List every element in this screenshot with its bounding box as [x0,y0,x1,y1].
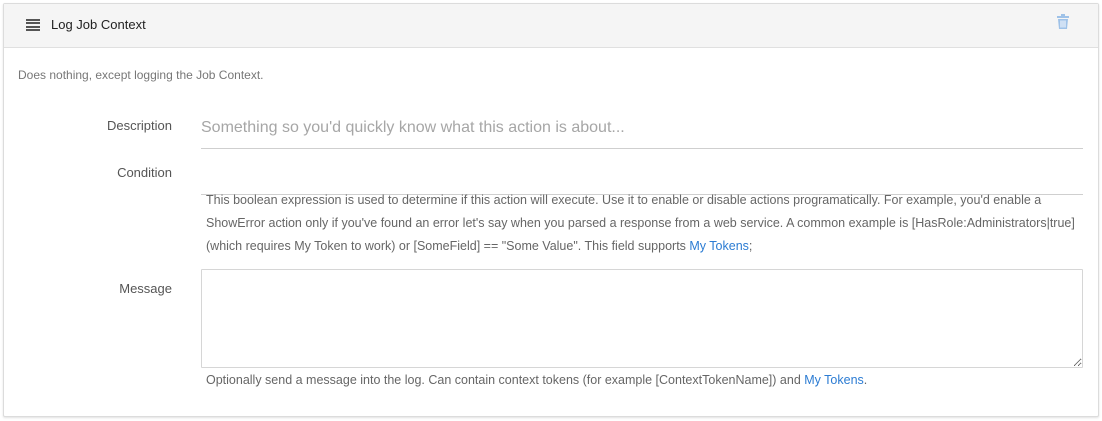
message-help-text: Optionally send a message into the log. … [206,373,805,387]
condition-help-suffix: ; [748,239,753,253]
condition-help-text: This boolean expression is used to deter… [206,193,1075,253]
condition-help: This boolean expression is used to deter… [206,189,1084,258]
message-textarea[interactable] [201,269,1083,368]
menu-icon[interactable] [26,19,40,31]
panel-header: Log Job Context [4,4,1098,48]
trash-icon[interactable] [1056,14,1070,30]
panel-title: Log Job Context [51,17,146,32]
message-my-tokens-link[interactable]: My Tokens [804,373,864,387]
condition-my-tokens-link[interactable]: My Tokens [689,239,749,253]
message-label: Message [119,281,172,296]
description-label: Description [106,118,172,133]
action-summary: Does nothing, except logging the Job Con… [18,68,264,82]
description-input[interactable] [201,114,1083,149]
action-panel: Log Job Context Does nothing, except log… [3,3,1099,417]
message-help: Optionally send a message into the log. … [206,369,1084,392]
condition-label: Condition [117,165,172,180]
message-help-suffix: . [863,373,868,387]
